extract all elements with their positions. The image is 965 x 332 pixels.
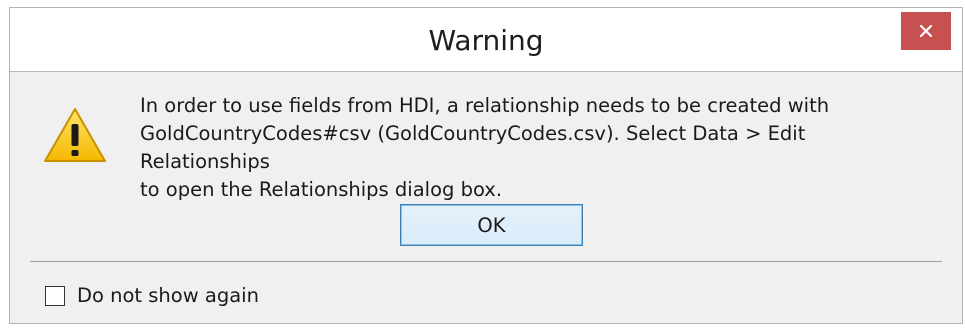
message-line: In order to use fields from HDI, a relat… xyxy=(140,94,830,117)
warning-message: In order to use fields from HDI, a relat… xyxy=(140,92,940,204)
do-not-show-again-option[interactable]: Do not show again xyxy=(45,284,259,307)
message-line: to open the Relationships dialog box. xyxy=(140,178,503,201)
close-icon xyxy=(919,24,933,38)
message-line: GoldCountryCodes#csv (GoldCountryCodes.c… xyxy=(140,122,806,173)
warning-dialog: Warning In order to use fields from HDI,… xyxy=(9,7,963,324)
ok-button[interactable]: OK xyxy=(400,204,583,246)
close-button[interactable] xyxy=(901,12,951,50)
warning-triangle-icon xyxy=(44,108,106,162)
dialog-title: Warning xyxy=(428,24,544,57)
title-bar: Warning xyxy=(10,8,962,72)
do-not-show-again-checkbox[interactable] xyxy=(45,285,65,306)
checkbox-label: Do not show again xyxy=(77,284,259,307)
divider xyxy=(30,261,942,262)
